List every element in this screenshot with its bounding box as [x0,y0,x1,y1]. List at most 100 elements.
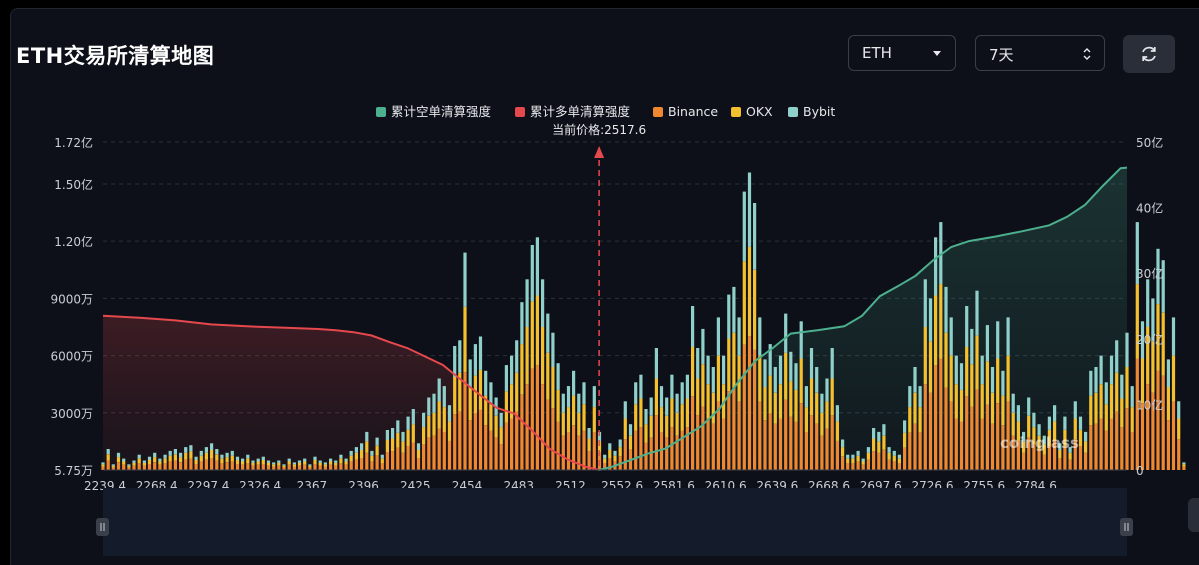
bar-bybit [204,447,208,453]
bar-bybit [799,321,803,359]
bar-binance [804,432,808,470]
bar-okx [411,424,415,443]
bar-bybit [685,374,689,399]
slider-handle-left[interactable] [96,518,109,536]
bar-bybit [1047,416,1051,430]
bar-binance [266,465,271,470]
bar-bybit [670,374,674,399]
bar-bybit [189,445,193,452]
bar-binance [1146,384,1150,470]
bar-bybit [696,348,700,379]
bar-binance [530,368,534,470]
bar-bybit [996,321,1000,359]
bar-bybit [737,317,741,356]
long-cumulative-area [103,315,600,470]
bar-okx [727,338,731,391]
bar-okx [944,332,948,388]
bar-bybit [773,367,777,393]
legend-swatch [376,107,386,117]
bar-bybit [634,382,638,405]
bar-okx [561,412,565,436]
bar-bybit [287,458,291,462]
bar-okx [349,455,353,462]
bar-okx [815,392,819,424]
bar-binance [168,461,172,470]
bar-okx [344,461,348,465]
bar-bybit [784,313,788,353]
bar-okx [1094,392,1098,424]
zoom-slider[interactable] [96,488,1133,556]
bar-bybit [541,279,545,327]
bar-okx [210,450,214,458]
bar-okx [225,457,229,463]
bar-binance [639,427,643,470]
bar-bybit [1115,340,1119,373]
bar-binance [458,411,462,470]
bar-bybit [478,336,483,370]
bar-binance [396,447,400,470]
bar-okx [179,457,183,463]
slider-handle-right[interactable] [1120,518,1133,536]
bar-okx [825,401,829,429]
bar-binance [722,418,726,470]
bar-binance [510,418,514,470]
legend-label: OKX [746,104,773,119]
bar-bybit [329,458,333,462]
bar-bybit [323,462,327,465]
bar-binance [830,415,834,470]
bar-okx [799,358,803,403]
bar-bybit [603,454,607,459]
bar-okx [809,378,814,416]
bar-binance [463,372,467,470]
bar-bybit [577,393,581,413]
bar-bybit [365,431,369,442]
bar-okx [908,407,912,433]
bar-binance [184,459,188,470]
bar-okx [959,389,964,422]
bar-okx [194,460,198,464]
bar-okx [649,415,653,438]
bar-binance [758,401,762,470]
bar-okx [453,377,457,415]
bar-binance [230,461,234,470]
bar-binance [949,401,953,470]
bar-okx [1001,395,1005,426]
bar-okx [173,454,177,461]
bar-okx [339,458,343,464]
bar-bybit [515,340,519,373]
bar-binance [494,437,498,470]
bar-okx [784,352,788,400]
bar-bybit [510,355,514,385]
bar-binance [422,444,426,470]
bar-okx [1006,355,1010,402]
bar-okx [504,391,508,423]
bar-binance [980,418,984,470]
slider-track[interactable] [103,488,1127,556]
bar-okx [375,445,379,456]
bar-binance [623,439,627,470]
bar-okx [716,355,720,402]
bar-bybit [142,460,146,463]
bar-okx [1130,407,1134,433]
bar-bybit [422,412,426,428]
bar-bybit [649,397,653,416]
bar-okx [329,461,333,465]
bar-binance [256,464,260,470]
bar-bybit [385,430,389,440]
bar-bybit [370,450,374,456]
bar-binance [546,399,550,470]
bar-bybit [297,460,302,463]
bar-bybit [763,359,767,388]
bar-bybit [303,458,307,462]
y-right-tick-label: 30亿 [1136,266,1163,281]
y-left-tick-label: 1.72亿 [54,135,93,150]
bar-binance [897,463,901,470]
bar-binance [1058,458,1062,470]
bar-binance [1104,430,1108,470]
bar-binance [484,425,488,470]
bar-okx [1177,418,1181,440]
bar-binance [665,437,669,470]
bar-binance [541,384,545,470]
bar-binance [959,421,964,470]
bar-okx [365,441,369,453]
